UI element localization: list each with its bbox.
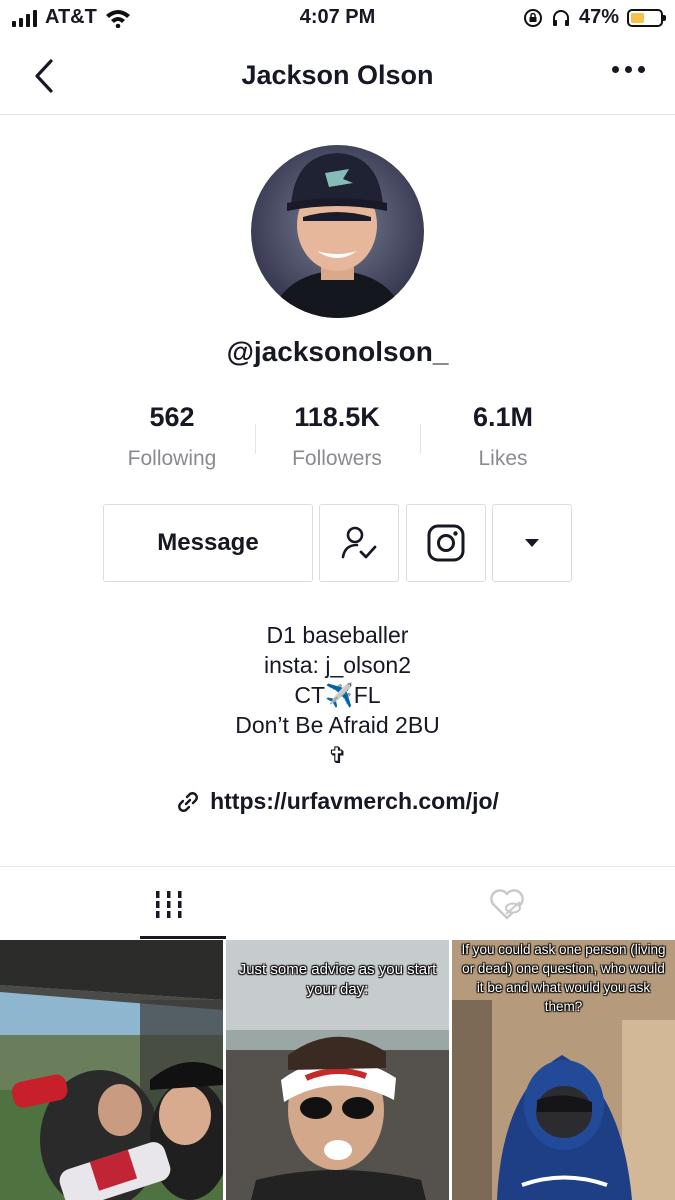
- bio: D1 baseballer insta: j_olson2 CT✈️FL Don…: [0, 620, 675, 770]
- active-tab-indicator: [140, 936, 226, 939]
- link-icon: [178, 791, 198, 812]
- page-title: Jackson Olson: [241, 60, 434, 90]
- tab-videos[interactable]: [0, 867, 337, 940]
- stat-value: 118.5K: [294, 402, 380, 432]
- video-grid: Just some advice as you start your day: …: [0, 940, 675, 1200]
- stat-label: Likes: [478, 447, 528, 470]
- profile-link[interactable]: https://urfavmerch.com/jo/: [0, 788, 675, 815]
- bio-line: ✞: [327, 742, 348, 768]
- caret-down-icon: [525, 539, 539, 547]
- more-dot-icon: [612, 66, 619, 73]
- suggested-accounts-button[interactable]: [492, 504, 572, 582]
- video-caption: Just some advice as you start your day:: [238, 961, 437, 998]
- tab-liked-videos[interactable]: [338, 867, 675, 940]
- status-right: 47%: [523, 6, 666, 29]
- more-dot-icon: [638, 66, 645, 73]
- battery-fill: [631, 12, 645, 23]
- stat-value: 6.1M: [472, 402, 534, 432]
- stat-likes[interactable]: 6.1M Likes: [418, 402, 588, 471]
- stat-followers[interactable]: 118.5K Followers: [252, 402, 422, 471]
- headphones-icon: [552, 9, 569, 26]
- grid-icon: [155, 890, 181, 918]
- bio-line: CT✈️FL: [294, 682, 381, 708]
- bio-line: Don’t Be Afraid 2BU: [235, 712, 440, 738]
- status-bar: AT&T 4:07 PM 47%: [0, 0, 675, 38]
- stat-label: Followers: [292, 447, 382, 470]
- profile-link-text[interactable]: https://urfavmerch.com/jo/: [210, 788, 499, 815]
- avatar: [251, 145, 424, 318]
- instagram-button[interactable]: [406, 504, 486, 582]
- message-button[interactable]: Message: [103, 504, 313, 582]
- nav-bar: Jackson Olson: [0, 38, 675, 115]
- more-options-button[interactable]: [612, 66, 645, 73]
- battery-percent: 47%: [578, 6, 619, 28]
- instagram-icon: [427, 524, 465, 562]
- more-dot-icon: [625, 66, 632, 73]
- following-button[interactable]: [319, 504, 399, 582]
- stat-label: Following: [127, 447, 217, 470]
- battery-icon: [627, 8, 666, 27]
- video-caption: If you could ask one person (living or d…: [461, 942, 666, 1014]
- user-check-icon: [341, 526, 377, 559]
- bio-line: D1 baseballer: [266, 622, 409, 648]
- bio-line: insta: j_olson2: [263, 652, 412, 678]
- video-thumbnail[interactable]: Just some advice as you start your day:: [226, 940, 449, 1200]
- stat-value: 562: [149, 402, 195, 432]
- username: @jacksonolson_: [226, 336, 449, 367]
- rotation-lock-icon: [523, 8, 542, 27]
- hidden-heart-icon: [489, 888, 524, 919]
- video-thumbnail[interactable]: [0, 940, 223, 1200]
- profile-tabs: [0, 866, 675, 940]
- video-thumbnail[interactable]: If you could ask one person (living or d…: [452, 940, 675, 1200]
- stat-following[interactable]: 562 Following: [87, 402, 257, 471]
